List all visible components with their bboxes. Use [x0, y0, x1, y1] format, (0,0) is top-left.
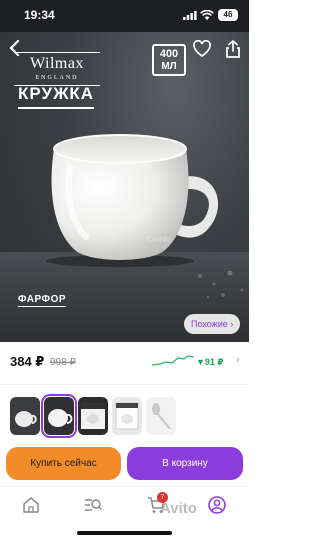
thumbnail-5[interactable] — [146, 397, 176, 435]
thumbnail-box-icon — [115, 402, 139, 430]
old-price: 998 ₽ — [50, 357, 76, 368]
brand-logo: Wilmax ENGLAND — [14, 52, 100, 86]
heart-outline-icon[interactable] — [193, 40, 211, 58]
mug-image — [46, 134, 219, 267]
search-list-icon[interactable] — [84, 496, 102, 514]
buy-now-button[interactable]: Купить сейчас — [6, 447, 121, 480]
product-title: КРУЖКА — [18, 84, 95, 109]
avito-watermark: Avito — [160, 500, 197, 517]
volume-badge: 400 МЛ — [152, 44, 186, 76]
divider — [0, 384, 249, 385]
price-trend-sparkline[interactable] — [152, 353, 194, 367]
home-indicator — [77, 531, 172, 535]
thumbnail-mug-icon — [48, 409, 73, 427]
brand-name: Wilmax — [30, 55, 84, 72]
material-label: ФАРФОР — [18, 294, 67, 307]
scattered-crumbs — [198, 270, 244, 299]
home-icon[interactable] — [22, 496, 40, 514]
volume-number: 400 — [159, 48, 179, 60]
share-icon[interactable] — [225, 40, 241, 58]
thumbnail-2[interactable] — [41, 394, 77, 438]
price-row: 384 ₽ 998 ₽ ▼91 ₽ › — [0, 350, 249, 372]
wifi-icon — [200, 10, 214, 20]
thumbnail-1[interactable] — [10, 397, 40, 435]
thumbnail-spoon-icon — [152, 403, 171, 430]
brand-country: ENGLAND — [35, 75, 79, 81]
similar-button[interactable]: Похожие › — [184, 314, 241, 334]
thumbnail-4[interactable] — [112, 397, 142, 435]
status-time: 19:34 — [24, 8, 55, 22]
thumbnail-mug-icon — [15, 411, 37, 427]
chevron-right-icon[interactable]: › — [236, 354, 240, 366]
profile-icon[interactable] — [208, 496, 226, 514]
current-price: 384 ₽ — [10, 354, 45, 369]
signal-icon — [183, 11, 197, 20]
thumbnail-3[interactable] — [78, 397, 108, 435]
thumbnail-box-icon — [81, 403, 105, 429]
watermark: Comfo — [147, 235, 171, 244]
add-to-cart-button[interactable]: В корзину — [127, 447, 243, 480]
product-photo[interactable]: Wilmax ENGLAND 400 МЛ КРУЖКА Comfo ФАРФО… — [0, 32, 249, 342]
status-bar: 19:34 46 — [0, 0, 249, 32]
volume-unit: МЛ — [161, 61, 177, 72]
battery-icon: 46 — [218, 9, 238, 21]
price-drop[interactable]: ▼91 ₽ — [196, 357, 224, 368]
